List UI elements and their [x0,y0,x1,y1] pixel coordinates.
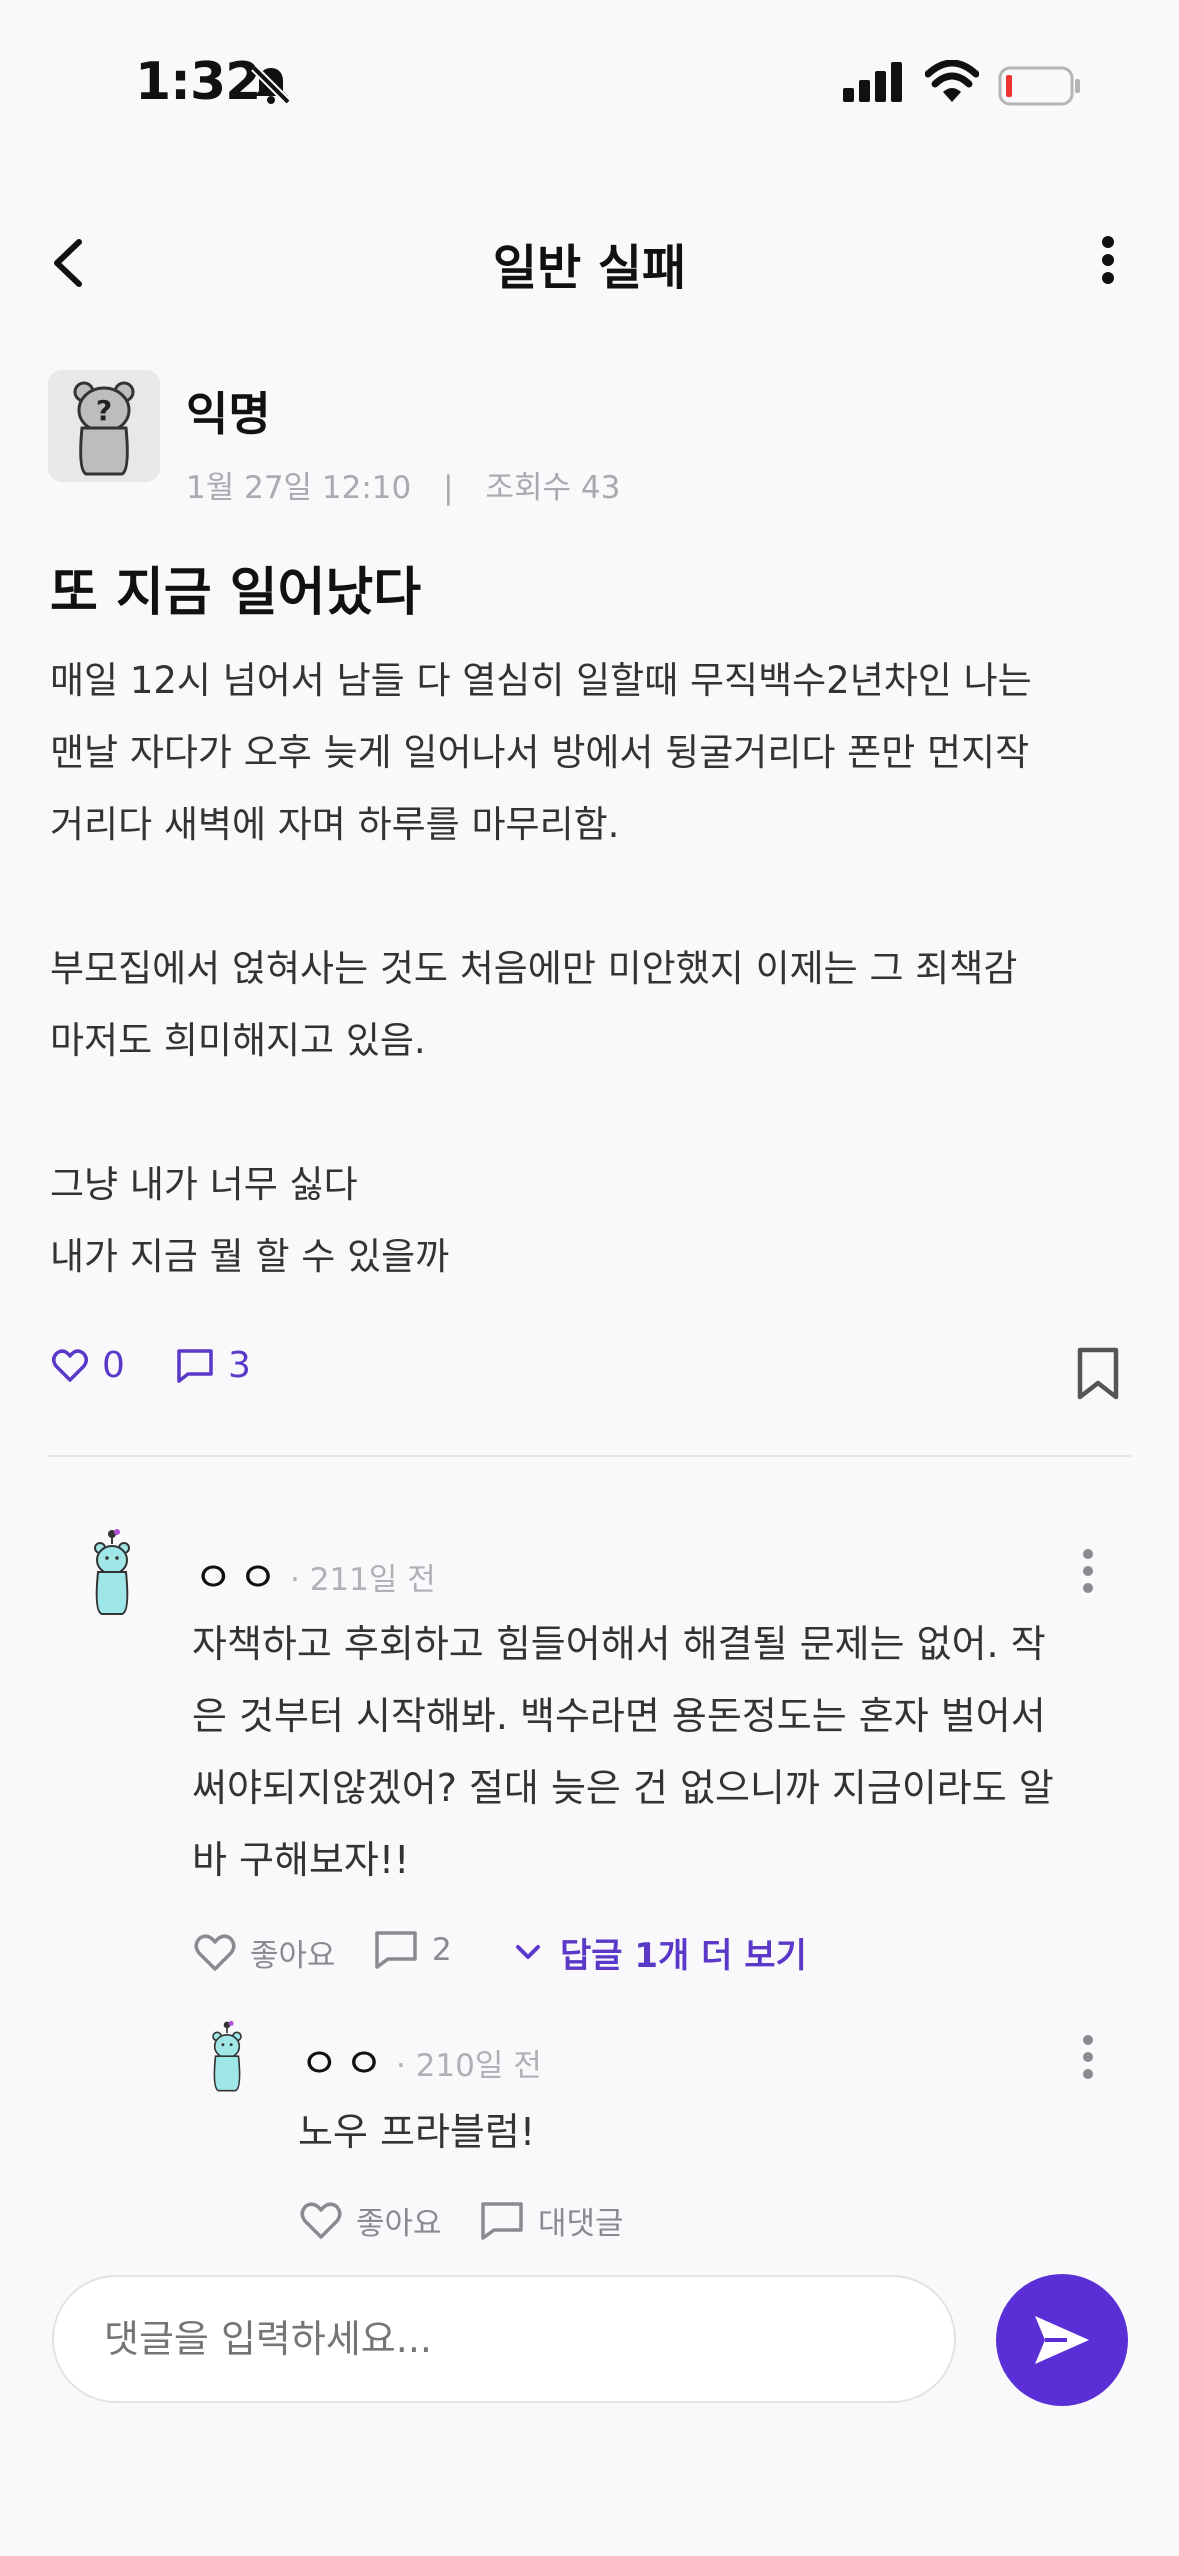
comment-count: 3 [228,1345,251,1386]
cellular-signal-icon [843,62,905,106]
like-count: 0 [102,1345,125,1386]
comment-date: · 211일 전 [290,1562,436,1598]
comment-author[interactable]: ㅇㅇ [300,2030,389,2091]
comment-icon [177,1348,213,1383]
comment-input[interactable] [52,2275,956,2403]
mascot-icon [94,1529,130,1615]
bookmark-icon [1077,1347,1119,1400]
vertical-dots-icon [1083,2035,1093,2079]
comment-count-button[interactable]: 3 [176,1345,251,1386]
battery-low-icon [998,66,1082,110]
view-count: 조회수 43 [485,470,621,506]
commenter-avatar [84,1528,140,1622]
post-meta: 1월 27일 12:10 | 조회수 43 [186,462,620,507]
like-label: 좋아요 [250,1938,336,1974]
send-icon [1035,2316,1089,2364]
bell-muted-icon [248,62,294,112]
heart-icon [194,1933,236,1971]
more-options-button[interactable] [1080,230,1140,300]
more-replies-label: 답글 1개 더 보기 [560,1936,807,1976]
post-title: 또 지금 일어났다 [50,563,422,623]
commenter-avatar [204,2020,250,2098]
reply-label: 대댓글 [538,2206,624,2242]
comment-like-button[interactable]: 좋아요 [194,1930,336,1975]
author-name[interactable]: 익명 [186,378,271,444]
vertical-dots-icon [1102,236,1114,284]
svg-text:?: ? [96,394,112,427]
heart-icon [52,1348,88,1382]
send-button[interactable] [996,2274,1128,2406]
author-avatar: ? [48,370,160,482]
comment-icon [481,2201,523,2240]
bookmark-button[interactable] [1075,1347,1121,1405]
comment-reply-button[interactable]: 대댓글 [480,2198,624,2243]
heart-icon [300,2201,342,2239]
status-time: 1:32 [135,52,261,112]
comment-reply-button[interactable]: 2 [374,1930,452,1970]
like-button[interactable]: 0 [52,1345,125,1386]
comment-text: 노우 프라블럼! [298,2110,536,2154]
comment-more-button[interactable] [1078,2034,1098,2084]
comment-author[interactable]: ㅇㅇ [194,1544,283,1605]
comment-more-button[interactable] [1078,1548,1098,1598]
comment-like-button[interactable]: 좋아요 [300,2198,442,2243]
comment-icon [375,1931,417,1969]
comment-text: 자책하고 후회하고 힘들어해서 해결될 문제는 없어. 작 은 것부터 시작해봐… [192,1622,1054,1882]
page-title: 일반 실패 [492,240,687,296]
anonymous-bear-icon: ? [73,381,135,476]
comment-date: · 210일 전 [396,2048,542,2084]
mascot-icon [212,2020,242,2092]
chevron-down-icon [516,1944,540,1959]
post-body: 매일 12시 넘어서 남들 다 열심히 일할때 무직백수2년차인 나는 맨날 자… [50,659,1032,1278]
show-more-replies-link[interactable]: 답글 1개 더 보기 [514,1928,807,1977]
post-date: 1월 27일 12:10 [186,470,412,506]
like-label: 좋아요 [356,2206,442,2242]
divider [48,1455,1131,1457]
reply-count: 2 [432,1932,452,1968]
wifi-icon [924,59,980,106]
meta-separator: | [443,470,454,506]
vertical-dots-icon [1083,1549,1093,1593]
